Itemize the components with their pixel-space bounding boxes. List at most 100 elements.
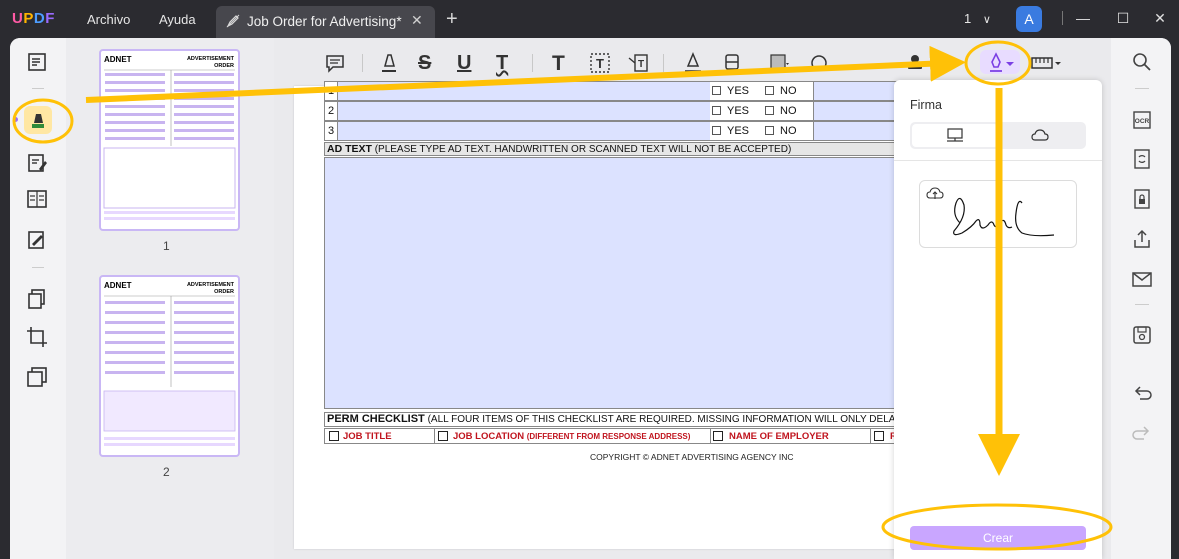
- row-number: 2: [328, 105, 335, 117]
- job-title-label: JOB TITLE: [343, 431, 392, 442]
- crop-icon[interactable]: [26, 326, 48, 348]
- job-title-checkbox[interactable]: [329, 431, 339, 441]
- protect-icon[interactable]: [1131, 188, 1153, 210]
- highlight-icon[interactable]: [378, 52, 400, 74]
- toolbar-separator: [532, 54, 533, 72]
- maximize-icon[interactable]: ☐: [1113, 8, 1133, 28]
- convert-icon[interactable]: [1131, 148, 1153, 170]
- ad-text-field[interactable]: [324, 157, 924, 409]
- window-selector[interactable]: 1 ∨: [964, 11, 991, 26]
- employer-checkbox[interactable]: [713, 431, 723, 441]
- tab-local-signatures[interactable]: [912, 124, 998, 147]
- undo-icon[interactable]: [1131, 382, 1153, 404]
- signature-dropdown-icon[interactable]: [1005, 52, 1015, 74]
- yes-label: YES: [727, 125, 750, 137]
- form-text-field[interactable]: [337, 102, 710, 120]
- share-icon[interactable]: [1131, 228, 1153, 250]
- thumbnail-heading-line2: ORDER: [214, 289, 234, 295]
- eraser-icon[interactable]: [721, 52, 743, 74]
- job-location-checkbox[interactable]: [438, 431, 448, 441]
- job-location-label: JOB LOCATION (DIFFERENT FROM RESPONSE AD…: [453, 431, 691, 442]
- main-window: ADNET ADVERTISEMENT ORDER 1 ADNET ADVERT…: [10, 38, 1171, 559]
- thumbnail-logo: ADNET: [104, 281, 132, 290]
- new-tab-icon[interactable]: +: [446, 8, 458, 31]
- layers-icon[interactable]: [26, 366, 48, 388]
- thumbnail-panel: ADNET ADVERTISEMENT ORDER 1 ADNET ADVERT…: [66, 38, 274, 559]
- user-avatar[interactable]: A: [1016, 6, 1042, 32]
- pdf-page: 1 YES NO 2 YES NO 3 YES NO AD TEXT (PLEA…: [294, 81, 925, 549]
- no-label: NO: [780, 105, 797, 117]
- document-tab[interactable]: Job Order for Advertising* ✕: [216, 6, 435, 38]
- cell-divider: [870, 429, 871, 443]
- title-separator: [1062, 11, 1063, 25]
- row-number: 3: [328, 125, 335, 137]
- no-checkbox[interactable]: [765, 106, 774, 115]
- yes-checkbox[interactable]: [712, 106, 721, 115]
- form-text-field[interactable]: [337, 82, 710, 100]
- thumbnail-heading-line2: ORDER: [214, 63, 234, 69]
- thumbnail-preview-2: ADNET ADVERTISEMENT ORDER: [103, 281, 236, 446]
- search-icon[interactable]: [1131, 51, 1153, 73]
- thumbnail-heading-line1: ADVERTISEMENT: [187, 56, 235, 62]
- menu-ayuda[interactable]: Ayuda: [159, 12, 196, 27]
- ocr-icon[interactable]: OCR: [1131, 109, 1153, 131]
- page-thumbnail-2[interactable]: ADNET ADVERTISEMENT ORDER: [99, 275, 240, 457]
- strikethrough-icon[interactable]: S: [418, 52, 440, 74]
- shape-icon[interactable]: [768, 52, 790, 74]
- no-checkbox[interactable]: [765, 86, 774, 95]
- circle-icon[interactable]: [808, 52, 830, 74]
- create-signature-button[interactable]: Crear: [910, 526, 1086, 550]
- squiggly-icon[interactable]: T: [496, 52, 518, 74]
- no-checkbox[interactable]: [765, 126, 774, 135]
- page-number-1: 1: [163, 239, 170, 253]
- employer-label: NAME OF EMPLOYER: [729, 431, 829, 442]
- fourth-item-checkbox[interactable]: [874, 431, 884, 441]
- highlighter-icon[interactable]: [27, 109, 49, 131]
- menu-archivo[interactable]: Archivo: [87, 12, 130, 27]
- redo-icon[interactable]: [1131, 422, 1153, 444]
- yes-label: YES: [727, 105, 750, 117]
- form-text-field[interactable]: [337, 122, 710, 140]
- text-box-icon[interactable]: T: [589, 52, 611, 74]
- signature-pen-icon[interactable]: [985, 52, 1007, 74]
- cloud-icon[interactable]: [1031, 128, 1049, 143]
- text-comment-icon[interactable]: T: [552, 52, 574, 75]
- fill-sign-icon[interactable]: [26, 229, 48, 251]
- form-row: 1 YES NO: [324, 81, 925, 101]
- save-icon[interactable]: [1131, 324, 1153, 346]
- signature-image: [953, 197, 1055, 237]
- rail-separator: [32, 88, 44, 89]
- signature-tabs: [910, 122, 1086, 149]
- svg-text:T: T: [596, 56, 604, 71]
- edit-document-icon: [226, 14, 240, 28]
- page-thumbnail-1[interactable]: ADNET ADVERTISEMENT ORDER: [99, 49, 240, 231]
- toolbar-separator: [663, 54, 664, 72]
- yes-checkbox[interactable]: [712, 126, 721, 135]
- cell-divider: [434, 429, 435, 443]
- organize-pages-icon[interactable]: [26, 288, 48, 310]
- comment-icon[interactable]: [324, 52, 346, 74]
- edit-pdf-icon[interactable]: [26, 152, 48, 174]
- left-tool-rail: [10, 38, 68, 559]
- app-logo: UPDF: [12, 10, 55, 27]
- close-tab-icon[interactable]: ✕: [411, 12, 423, 29]
- thumbnail-logo: ADNET: [104, 55, 132, 64]
- minimize-icon[interactable]: —: [1073, 8, 1093, 28]
- stamp-icon[interactable]: [904, 52, 926, 74]
- measure-icon[interactable]: [1031, 52, 1063, 74]
- email-icon[interactable]: [1131, 268, 1153, 290]
- chevron-down-icon: ∨: [982, 14, 991, 26]
- ad-text-note: (PLEASE TYPE AD TEXT. HANDWRITTEN OR SCA…: [374, 144, 792, 155]
- close-window-icon[interactable]: ✕: [1150, 8, 1170, 28]
- perm-checklist-note: (ALL FOUR ITEMS OF THIS CHECKLIST ARE RE…: [427, 414, 923, 425]
- form-icon[interactable]: [26, 188, 48, 210]
- underline-icon[interactable]: U: [457, 52, 479, 74]
- reader-icon[interactable]: [26, 51, 48, 73]
- svg-text:T: T: [638, 59, 644, 70]
- saved-signature-card[interactable]: [919, 180, 1077, 248]
- text-callout-icon[interactable]: T: [627, 52, 649, 74]
- pencil-icon[interactable]: [682, 52, 704, 74]
- panel-divider: [894, 160, 1102, 161]
- yes-checkbox[interactable]: [712, 86, 721, 95]
- computer-icon: [947, 128, 963, 142]
